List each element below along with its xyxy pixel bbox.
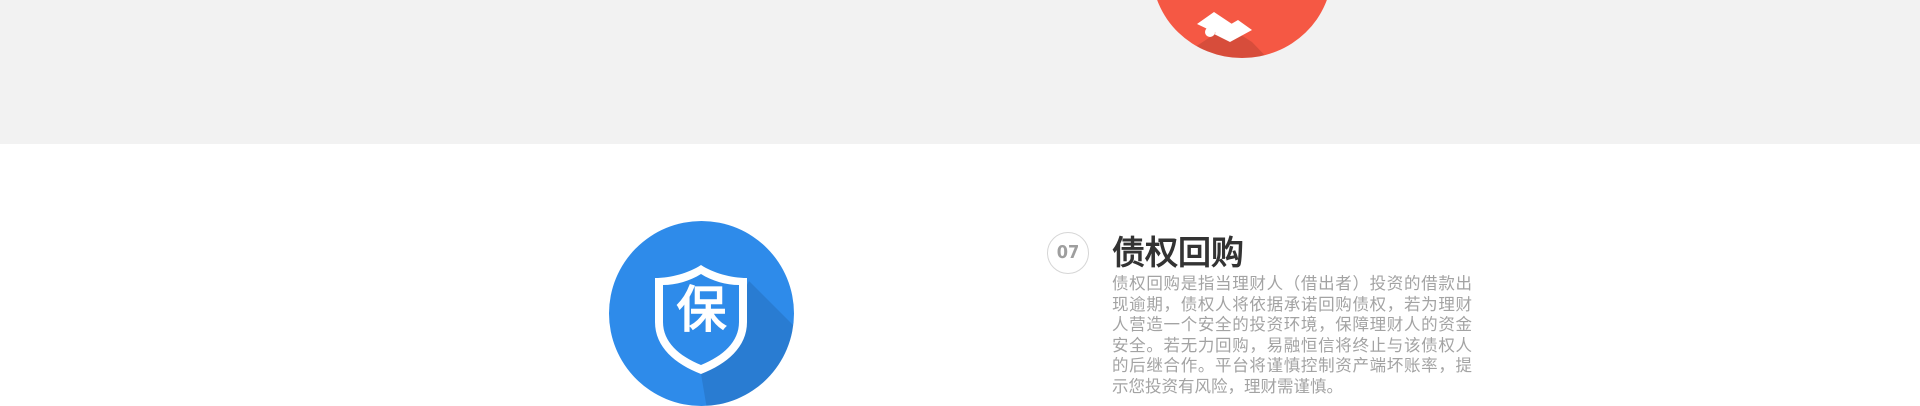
shield-badge-icon: 保 — [609, 221, 794, 406]
top-section-band — [0, 0, 1920, 144]
hand-icon — [1152, 0, 1332, 58]
feature-description: 债权回购是指当理财人（借出者）投资的借款出现逾期，债权人将依据承诺回购债权，若为… — [1112, 274, 1472, 396]
feature-title: 债权回购 — [1112, 233, 1244, 272]
shield-character: 保 — [676, 281, 727, 339]
step-number-badge: 07 — [1047, 232, 1089, 274]
